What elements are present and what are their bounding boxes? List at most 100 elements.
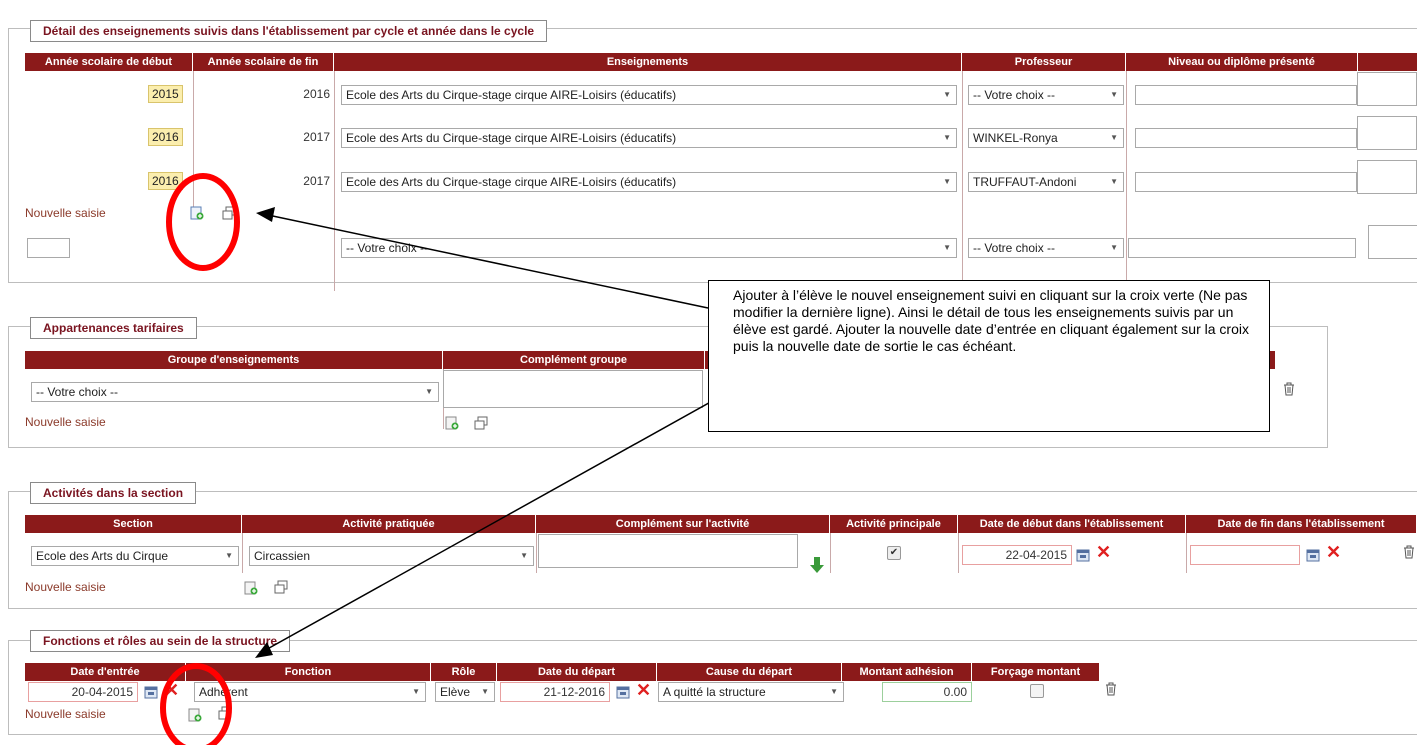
level-input[interactable] bbox=[1135, 172, 1357, 192]
start-year-cell[interactable]: 2016 bbox=[148, 172, 183, 190]
group-select[interactable]: -- Votre choix -- ▼ bbox=[31, 382, 439, 402]
departure-cause-select[interactable]: A quitté la structure ▼ bbox=[658, 682, 844, 702]
teaching-select-value: Ecole des Arts du Cirque-stage cirque AI… bbox=[346, 88, 677, 102]
teaching-select-value: Ecole des Arts du Cirque-stage cirque AI… bbox=[346, 131, 677, 145]
divider bbox=[1126, 71, 1127, 291]
pricing-legend: Appartenances tarifaires bbox=[30, 317, 197, 339]
chevron-down-icon: ▼ bbox=[943, 243, 951, 252]
activity-select[interactable]: Circassien ▼ bbox=[249, 546, 534, 566]
new-teacher-value: -- Votre choix -- bbox=[973, 241, 1056, 255]
new-teacher-select[interactable]: -- Votre choix -- ▼ bbox=[968, 238, 1124, 258]
role-select-value: Elève bbox=[440, 685, 471, 699]
add-entry-icon[interactable] bbox=[190, 206, 204, 220]
col-entry-date: Date d'entrée bbox=[25, 663, 186, 681]
new-start-year-input[interactable] bbox=[27, 238, 70, 258]
new-extra-input[interactable] bbox=[1368, 225, 1417, 259]
force-amount-checkbox[interactable] bbox=[1030, 684, 1044, 698]
add-entry-icon[interactable] bbox=[188, 708, 202, 722]
teaching-details-legend: Détail des enseignements suivis dans l'é… bbox=[30, 20, 548, 42]
add-entry-icon[interactable] bbox=[445, 416, 459, 430]
main-activity-checkbox[interactable]: ✔ bbox=[887, 546, 901, 560]
chevron-down-icon: ▼ bbox=[943, 133, 951, 142]
duplicate-icon[interactable] bbox=[218, 706, 232, 720]
col-group: Groupe d'enseignements bbox=[25, 351, 443, 369]
teacher-select[interactable]: -- Votre choix -- ▼ bbox=[968, 85, 1124, 105]
col-main-activity: Activité principale bbox=[830, 515, 958, 533]
end-date-input[interactable] bbox=[1190, 545, 1300, 565]
calendar-icon[interactable] bbox=[144, 685, 158, 699]
trash-icon[interactable] bbox=[1402, 545, 1416, 559]
extra-input[interactable] bbox=[1357, 116, 1417, 150]
calendar-icon[interactable] bbox=[616, 685, 630, 699]
col-departure-cause: Cause du départ bbox=[657, 663, 842, 681]
duplicate-icon[interactable] bbox=[274, 580, 288, 594]
divider bbox=[242, 533, 243, 573]
departure-cause-value: A quitté la structure bbox=[663, 685, 766, 699]
clear-date-icon[interactable]: ✕ bbox=[636, 681, 651, 699]
group-select-value: -- Votre choix -- bbox=[36, 385, 119, 399]
extra-input[interactable] bbox=[1357, 160, 1417, 194]
start-year-cell[interactable]: 2016 bbox=[148, 128, 183, 146]
entry-date-input[interactable]: 20-04-2015 bbox=[28, 682, 138, 702]
trash-icon[interactable] bbox=[1282, 382, 1296, 396]
level-input[interactable] bbox=[1135, 85, 1357, 105]
teaching-select-value: Ecole des Arts du Cirque-stage cirque AI… bbox=[346, 175, 677, 189]
col-section: Section bbox=[25, 515, 242, 533]
green-arrow-down-icon[interactable] bbox=[808, 556, 826, 574]
amount-input[interactable]: 0.00 bbox=[882, 682, 972, 702]
teaching-table-header: Année scolaire de début Année scolaire d… bbox=[25, 53, 1417, 71]
chevron-down-icon: ▼ bbox=[1110, 177, 1118, 186]
new-teaching-value: -- Votre choix -- bbox=[346, 241, 429, 255]
teacher-select[interactable]: TRUFFAUT-Andoni ▼ bbox=[968, 172, 1124, 192]
group-complement-textarea[interactable] bbox=[443, 370, 703, 408]
section-select[interactable]: Ecole des Arts du Cirque ▼ bbox=[31, 546, 239, 566]
new-teaching-select[interactable]: -- Votre choix -- ▼ bbox=[341, 238, 957, 258]
teaching-select[interactable]: Ecole des Arts du Cirque-stage cirque AI… bbox=[341, 128, 957, 148]
col-force-amount: Forçage montant bbox=[972, 663, 1100, 681]
activity-complement-textarea[interactable] bbox=[538, 534, 798, 568]
activity-select-value: Circassien bbox=[254, 549, 311, 563]
start-date-input[interactable]: 22-04-2015 bbox=[962, 545, 1072, 565]
chevron-down-icon: ▼ bbox=[943, 177, 951, 186]
role-select[interactable]: Elève ▼ bbox=[435, 682, 495, 702]
clear-date-icon[interactable]: ✕ bbox=[164, 681, 179, 699]
extra-input[interactable] bbox=[1357, 72, 1417, 106]
trash-icon[interactable] bbox=[1104, 682, 1118, 696]
col-end-year: Année scolaire de fin bbox=[193, 53, 334, 71]
divider bbox=[962, 71, 963, 291]
roles-table-header: Date d'entrée Fonction Rôle Date du dépa… bbox=[25, 663, 1100, 681]
teaching-select[interactable]: Ecole des Arts du Cirque-stage cirque AI… bbox=[341, 172, 957, 192]
chevron-down-icon: ▼ bbox=[1110, 133, 1118, 142]
chevron-down-icon: ▼ bbox=[943, 90, 951, 99]
teaching-select[interactable]: Ecole des Arts du Cirque-stage cirque AI… bbox=[341, 85, 957, 105]
col-end-date: Date de fin dans l'établissement bbox=[1186, 515, 1417, 533]
chevron-down-icon: ▼ bbox=[1110, 90, 1118, 99]
new-level-input[interactable] bbox=[1128, 238, 1356, 258]
col-start-year: Année scolaire de début bbox=[25, 53, 193, 71]
departure-date-input[interactable]: 21-12-2016 bbox=[500, 682, 610, 702]
calendar-icon[interactable] bbox=[1076, 548, 1090, 562]
divider bbox=[193, 71, 194, 219]
duplicate-icon[interactable] bbox=[474, 416, 488, 430]
clear-date-icon[interactable]: ✕ bbox=[1096, 543, 1111, 561]
clear-date-icon[interactable]: ✕ bbox=[1326, 543, 1341, 561]
function-select[interactable]: Adhérent ▼ bbox=[194, 682, 426, 702]
chevron-down-icon: ▼ bbox=[520, 551, 528, 560]
add-entry-icon[interactable] bbox=[244, 581, 258, 595]
end-year-cell: 2016 bbox=[303, 87, 330, 101]
divider bbox=[958, 533, 959, 573]
divider bbox=[536, 533, 537, 573]
teacher-select-value: WINKEL-Ronya bbox=[973, 131, 1058, 145]
teacher-select-value: TRUFFAUT-Andoni bbox=[973, 175, 1077, 189]
level-input[interactable] bbox=[1135, 128, 1357, 148]
duplicate-icon[interactable] bbox=[222, 206, 236, 220]
calendar-icon[interactable] bbox=[1306, 548, 1320, 562]
instruction-text: Ajouter à l’élève le nouvel enseignement… bbox=[733, 287, 1249, 354]
roles-legend: Fonctions et rôles au sein de la structu… bbox=[30, 630, 291, 652]
activities-table-header: Section Activité pratiquée Complément su… bbox=[25, 515, 1417, 533]
col-level: Niveau ou diplôme présenté bbox=[1126, 53, 1358, 71]
end-year-cell: 2017 bbox=[303, 174, 330, 188]
teacher-select[interactable]: WINKEL-Ronya ▼ bbox=[968, 128, 1124, 148]
start-year-cell[interactable]: 2015 bbox=[148, 85, 183, 103]
teacher-select-value: -- Votre choix -- bbox=[973, 88, 1056, 102]
